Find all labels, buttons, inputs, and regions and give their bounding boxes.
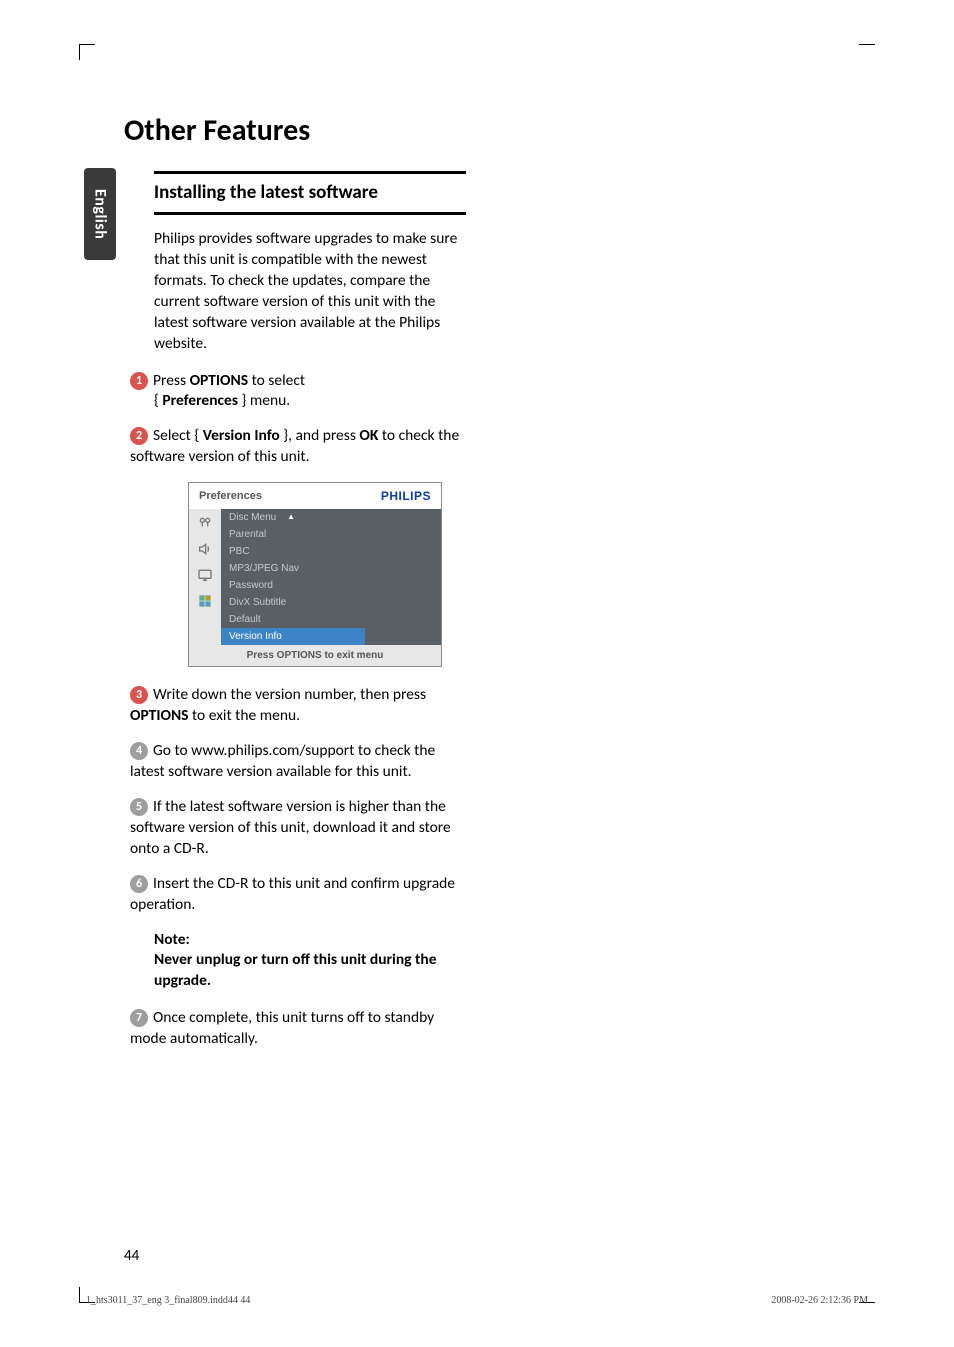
menu-footer: Press OPTIONS to exit menu xyxy=(189,645,441,666)
language-tab: English xyxy=(84,168,116,260)
speaker-icon xyxy=(197,541,213,557)
section-heading: Installing the latest software xyxy=(154,171,466,215)
menu-item-parental: Parental xyxy=(221,526,365,543)
step-7: 7Once complete, this unit turns off to s… xyxy=(130,1008,466,1050)
menu-body: Disc Menu▲ Parental PBC MP3/JPEG Nav Pas… xyxy=(189,509,441,645)
step-badge-2: 2 xyxy=(130,427,148,445)
monitor-icon xyxy=(197,567,213,583)
menu-item-divx: DivX Subtitle xyxy=(221,594,365,611)
settings-icon xyxy=(197,515,213,531)
step-6: 6Insert the CD-R to this unit and confir… xyxy=(130,874,466,916)
note-label: Note: xyxy=(154,930,190,949)
step-2-text: Select { Version Info }, and press OK to… xyxy=(130,426,459,466)
menu-header: Preferences PHILIPS xyxy=(189,483,441,509)
step-1-text: Press OPTIONS to select xyxy=(153,371,305,390)
crop-mark-tr xyxy=(859,44,875,60)
left-column: Installing the latest software Philips p… xyxy=(154,171,466,1050)
menu-item-default: Default xyxy=(221,611,365,628)
step-7-text: Once complete, this unit turns off to st… xyxy=(130,1008,434,1048)
step-3: 3Write down the version number, then pre… xyxy=(130,685,466,727)
step-1: 1 Press OPTIONS to select { Preferences }… xyxy=(130,371,466,413)
step-badge-6: 6 xyxy=(130,875,148,893)
step-2: 2Select { Version Info }, and press OK t… xyxy=(130,426,466,468)
step-4-text: Go to www.philips.com/support to check t… xyxy=(130,741,435,781)
footer-right: 2008-02-26 2:12:36 PM xyxy=(771,1295,868,1306)
menu-item-mp3jpeg: MP3/JPEG Nav xyxy=(221,560,365,577)
up-arrow-icon: ▲ xyxy=(287,512,295,521)
menu-title: Preferences xyxy=(199,490,262,502)
menu-item-list: Disc Menu▲ Parental PBC MP3/JPEG Nav Pas… xyxy=(221,509,365,645)
page-number: 44 xyxy=(124,1247,139,1265)
step-3-text: Write down the version number, then pres… xyxy=(130,685,426,725)
step-badge-4: 4 xyxy=(130,742,148,760)
intro-paragraph: Philips provides software upgrades to ma… xyxy=(154,229,466,355)
language-label: English xyxy=(91,189,110,239)
step-badge-3: 3 xyxy=(130,686,148,704)
step-badge-7: 7 xyxy=(130,1009,148,1027)
crop-mark-tl xyxy=(79,44,95,60)
step-badge-5: 5 xyxy=(130,798,148,816)
step-6-text: Insert the CD-R to this unit and confirm… xyxy=(130,874,455,914)
footer-left: 1_hts3011_37_eng 3_final809.indd44 44 xyxy=(86,1295,250,1306)
step-5: 5If the latest software version is highe… xyxy=(130,797,466,860)
menu-value-column xyxy=(365,509,441,645)
preferences-menu-screenshot: Preferences PHILIPS Disc Menu▲ Parental … xyxy=(188,482,442,667)
page-title: Other Features xyxy=(124,112,864,149)
menu-item-pbc: PBC xyxy=(221,543,365,560)
menu-brand: PHILIPS xyxy=(381,489,431,503)
step-badge-1: 1 xyxy=(130,372,148,390)
menu-item-password: Password xyxy=(221,577,365,594)
page-content: Other Features Installing the latest sof… xyxy=(124,112,864,1064)
step-4: 4Go to www.philips.com/support to check … xyxy=(130,741,466,783)
menu-icon-column xyxy=(189,509,221,645)
step-5-text: If the latest software version is higher… xyxy=(130,797,451,858)
step-1-line2: { Preferences } menu. xyxy=(130,391,466,412)
note-block: Note: Never unplug or turn off this unit… xyxy=(154,930,466,993)
note-body: Never unplug or turn off this unit durin… xyxy=(154,950,437,990)
menu-item-disc-menu: Disc Menu▲ xyxy=(221,509,365,526)
menu-item-version-info: Version Info xyxy=(221,628,365,645)
grid-icon xyxy=(197,593,213,609)
